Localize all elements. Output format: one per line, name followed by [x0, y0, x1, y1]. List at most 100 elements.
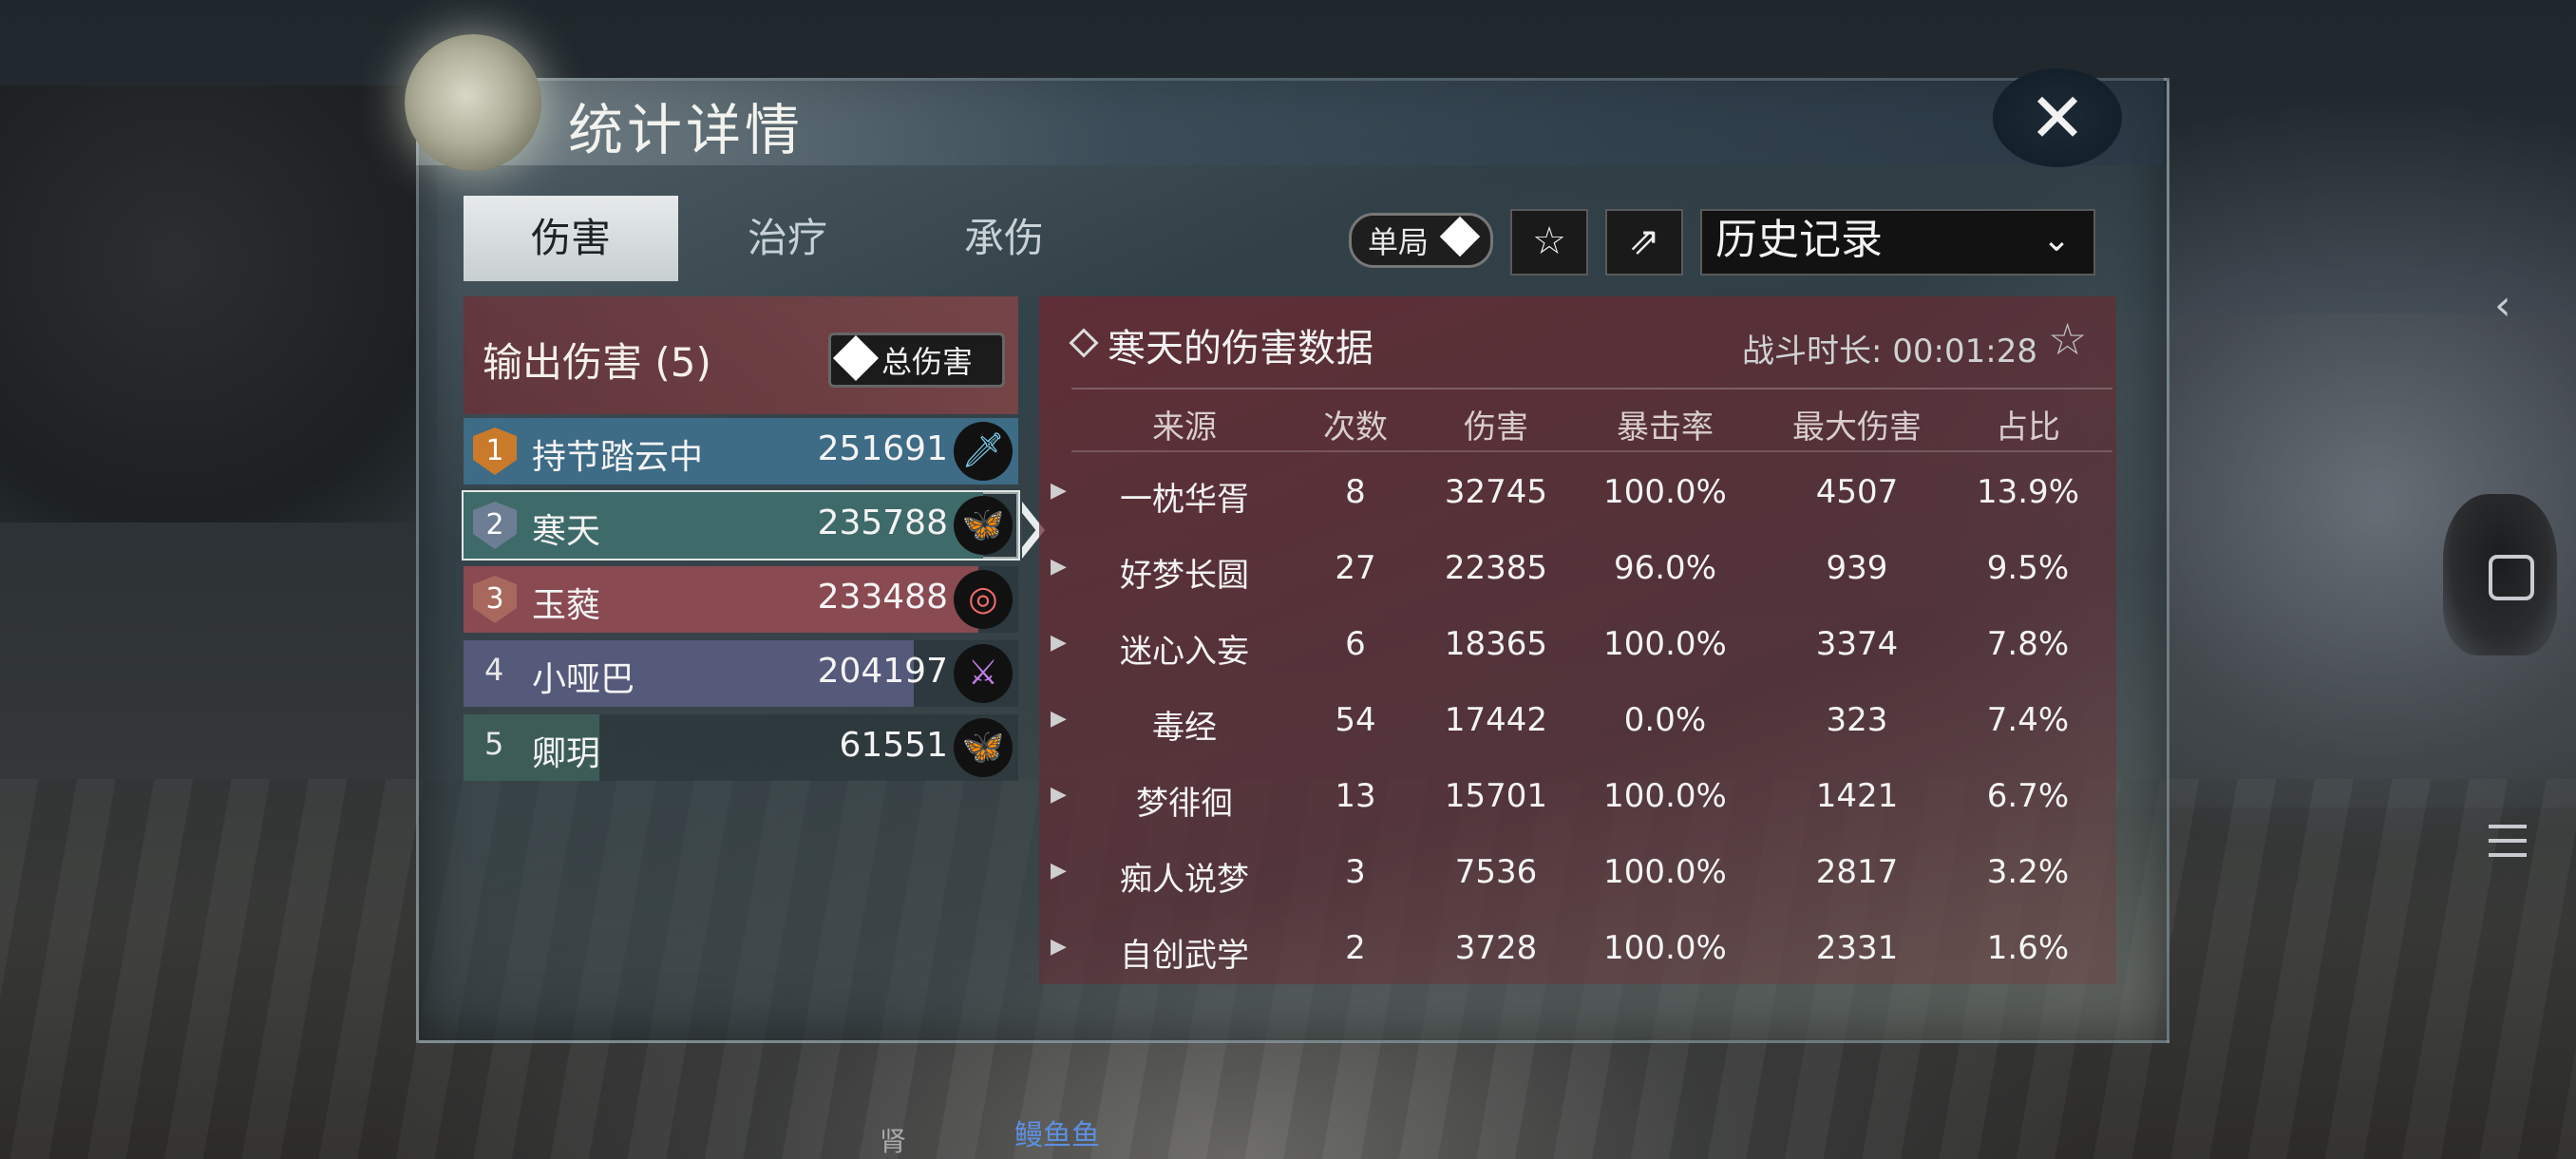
history-dropdown-label: 历史记录 [1715, 216, 1883, 264]
divider [1071, 450, 2112, 452]
butterfly-icon: 🦋 [954, 718, 1013, 777]
expand-row-icon[interactable]: ▶ [1051, 631, 1067, 655]
ranking-row[interactable]: 2 寒天 235788 🦋 [462, 490, 1020, 560]
cell-source: 自创武学 [1120, 937, 1249, 975]
cell-hits: 3 [1345, 853, 1366, 891]
tab-healing[interactable]: 治疗 [680, 196, 895, 281]
cell-source: 一枕华胥 [1120, 481, 1249, 519]
cell-hits: 2 [1345, 929, 1366, 967]
expand-row-icon[interactable]: ▶ [1051, 707, 1067, 731]
damage-value: 233488 [817, 578, 948, 617]
expand-row-icon[interactable]: ▶ [1051, 783, 1067, 807]
ranking-row[interactable]: 4 小哑巴 204197 ⚔ [464, 640, 1018, 707]
column-header-crit-rate: 暴击率 [1617, 408, 1714, 446]
column-header-max-damage: 最大伤害 [1792, 408, 1922, 446]
detail-title: 寒天的伤害数据 [1108, 327, 1373, 370]
cell-percent: 3.2% [1986, 853, 2070, 891]
cell-crit-rate: 100.0% [1603, 473, 1727, 511]
cell-damage: 22385 [1444, 549, 1548, 587]
expand-row-icon[interactable]: ▶ [1051, 935, 1067, 959]
star-icon[interactable]: ☆ [2048, 314, 2087, 365]
system-home-icon[interactable] [2489, 555, 2534, 600]
ranking-title: 输出伤害 (5) [483, 339, 711, 386]
system-menu-icon[interactable] [2489, 825, 2527, 867]
cell-hits: 54 [1335, 701, 1376, 739]
background-rock [0, 86, 437, 522]
cell-crit-rate: 96.0% [1613, 549, 1716, 587]
column-header-damage: 伤害 [1464, 408, 1528, 446]
expand-row-icon[interactable]: ▶ [1051, 859, 1067, 883]
target-icon: ◎ [954, 570, 1013, 629]
cell-max-damage: 939 [1826, 549, 1888, 587]
player-name-label: 鳗鱼鱼 [1014, 1119, 1100, 1152]
cell-max-damage: 2817 [1815, 853, 1899, 891]
total-damage-label: 总伤害 [881, 344, 974, 380]
butterfly-icon: 🦋 [954, 496, 1013, 555]
divider [1071, 388, 2112, 390]
ranking-row[interactable]: 5 卿玥 61551 🦋 [464, 714, 1018, 781]
background-text: 肾 [880, 1126, 907, 1157]
cell-percent: 7.4% [1986, 701, 2070, 739]
favorite-button[interactable]: ☆ [1510, 209, 1588, 276]
ranking-row[interactable]: 3 玉蕤 233488 ◎ [464, 566, 1018, 633]
cell-percent: 9.5% [1986, 549, 2070, 587]
damage-value: 204197 [817, 652, 948, 691]
cell-crit-rate: 100.0% [1603, 929, 1727, 967]
cell-max-damage: 1421 [1815, 777, 1899, 815]
cell-crit-rate: 100.0% [1603, 777, 1727, 815]
cell-max-damage: 3374 [1815, 625, 1899, 663]
crossed-blades-icon: ⚔ [954, 644, 1013, 703]
expand-row-icon[interactable]: ▶ [1051, 479, 1067, 503]
cell-damage: 3728 [1454, 929, 1538, 967]
cell-crit-rate: 100.0% [1603, 853, 1727, 891]
sword-icon: 🗡 [954, 422, 1013, 481]
cell-hits: 13 [1335, 777, 1376, 815]
cell-damage: 17442 [1444, 701, 1548, 739]
single-round-label: 单局 [1368, 224, 1430, 260]
cell-source: 痴人说梦 [1120, 861, 1249, 899]
star-icon: ☆ [1532, 219, 1566, 263]
player-name: 寒天 [532, 512, 601, 551]
rank-number: 4 [484, 652, 504, 688]
player-name: 持节踏云中 [532, 438, 704, 477]
rank-number: 5 [484, 726, 504, 762]
cell-percent: 13.9% [1976, 473, 2079, 511]
damage-value: 251691 [817, 429, 948, 468]
player-name: 玉蕤 [532, 586, 601, 625]
system-back-icon[interactable]: ‹ [2494, 281, 2511, 330]
cell-source: 毒经 [1152, 709, 1217, 747]
cell-max-damage: 4507 [1815, 473, 1899, 511]
cell-percent: 6.7% [1986, 777, 2070, 815]
cell-hits: 27 [1335, 549, 1376, 587]
expand-row-icon[interactable]: ▶ [1051, 555, 1067, 579]
cell-hits: 6 [1345, 625, 1366, 663]
player-name: 小哑巴 [532, 660, 635, 699]
column-header-hits: 次数 [1323, 408, 1388, 446]
cell-source: 梦徘徊 [1136, 785, 1233, 823]
cell-percent: 7.8% [1986, 625, 2070, 663]
moon-emblem-icon [405, 34, 541, 171]
battle-duration: 战斗时长: 00:01:28 [1742, 332, 2037, 370]
dialog-title: 统计详情 [568, 98, 805, 162]
cell-hits: 8 [1345, 473, 1366, 511]
cell-crit-rate: 0.0% [1623, 701, 1707, 739]
tab-damage[interactable]: 伤害 [464, 196, 678, 281]
cell-max-damage: 323 [1826, 701, 1888, 739]
cell-source: 迷心入妄 [1120, 633, 1249, 671]
cell-percent: 1.6% [1986, 929, 2070, 967]
cell-damage: 15701 [1444, 777, 1548, 815]
ranking-row[interactable]: 1 持节踏云中 251691 🗡 [464, 418, 1018, 484]
share-button[interactable]: ⇗ [1605, 209, 1683, 276]
cell-damage: 18365 [1444, 625, 1548, 663]
column-header-source: 来源 [1152, 408, 1217, 446]
tab-damage-taken[interactable]: 承伤 [897, 196, 1111, 281]
chevron-down-icon: ⌄ [2042, 220, 2072, 259]
damage-value: 61551 [839, 726, 948, 765]
cell-source: 好梦长圆 [1120, 557, 1249, 595]
cell-damage: 32745 [1444, 473, 1548, 511]
close-button[interactable]: ✕ [1993, 68, 2122, 167]
cell-crit-rate: 100.0% [1603, 625, 1727, 663]
damage-value: 235788 [817, 504, 948, 542]
player-name: 卿玥 [532, 734, 601, 773]
cell-damage: 7536 [1454, 853, 1538, 891]
